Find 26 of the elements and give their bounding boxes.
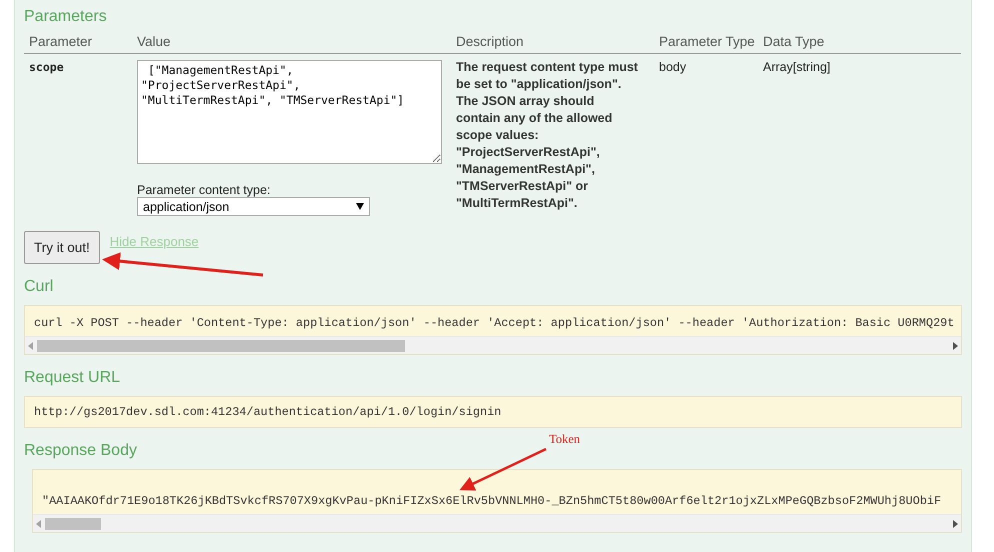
code-text: http://gs2017dev.sdl.com:41234/authentication/api/1.0/login/signin (34, 405, 502, 419)
value-field[interactable]: ["ManagementRestApi", "ProjectServerRestApi", "MultiTermRestApi", "TMServerRestApi"] (137, 60, 442, 164)
column-header: Parameter Type (654, 28, 758, 54)
horizontal-scrollbar[interactable] (33, 514, 961, 532)
column-header: Parameter (24, 28, 132, 54)
section-heading: Curl (24, 277, 54, 297)
column-header: Value (132, 28, 451, 54)
data-type: Array[string] (763, 60, 830, 74)
horizontal-scrollbar[interactable] (25, 336, 961, 354)
scroll-thumb[interactable] (45, 518, 101, 530)
caret-icon (356, 203, 364, 210)
section-heading: Request URL (24, 368, 120, 388)
try-it-out-button[interactable]: Try it out! (24, 231, 100, 264)
content-type-select[interactable]: application/json (137, 197, 370, 216)
parameter-name: scope (29, 60, 64, 74)
parameter-type: body (659, 60, 686, 74)
column-header: Data Type (758, 28, 961, 54)
code-text: curl -X POST --header 'Content-Type: application/json' --header 'Accept: application/json' --header 'Authorization: Basic U0RMQ29t (34, 316, 954, 330)
scroll-thumb[interactable] (37, 340, 405, 352)
annotation-label: Token (549, 432, 580, 447)
code-text: "AAIAAKOfdr71E9o18TK26jKBdTSvkcfRS707X9xgKvPau-pKniFIZxSx6ElRv5bVNNLMH0-_BZn5hmCT5t80w00Arf6elt2r1ojxZLxMPeGQBzbsoF2MWUhj8UObiF (42, 494, 942, 508)
section-heading: Parameters (24, 7, 107, 27)
content-type-label: Parameter content type: (137, 183, 270, 197)
column-header: Description (451, 28, 654, 54)
parameter-description: The request content type must be set to "application/json". The JSON array should contain any of the allowed scope values: "ProjectServerRestApi", "ManagementRestApi", "TMServerRestApi" or "MultiTermRestApi". (456, 59, 638, 212)
section-heading: Response Body (24, 441, 137, 461)
